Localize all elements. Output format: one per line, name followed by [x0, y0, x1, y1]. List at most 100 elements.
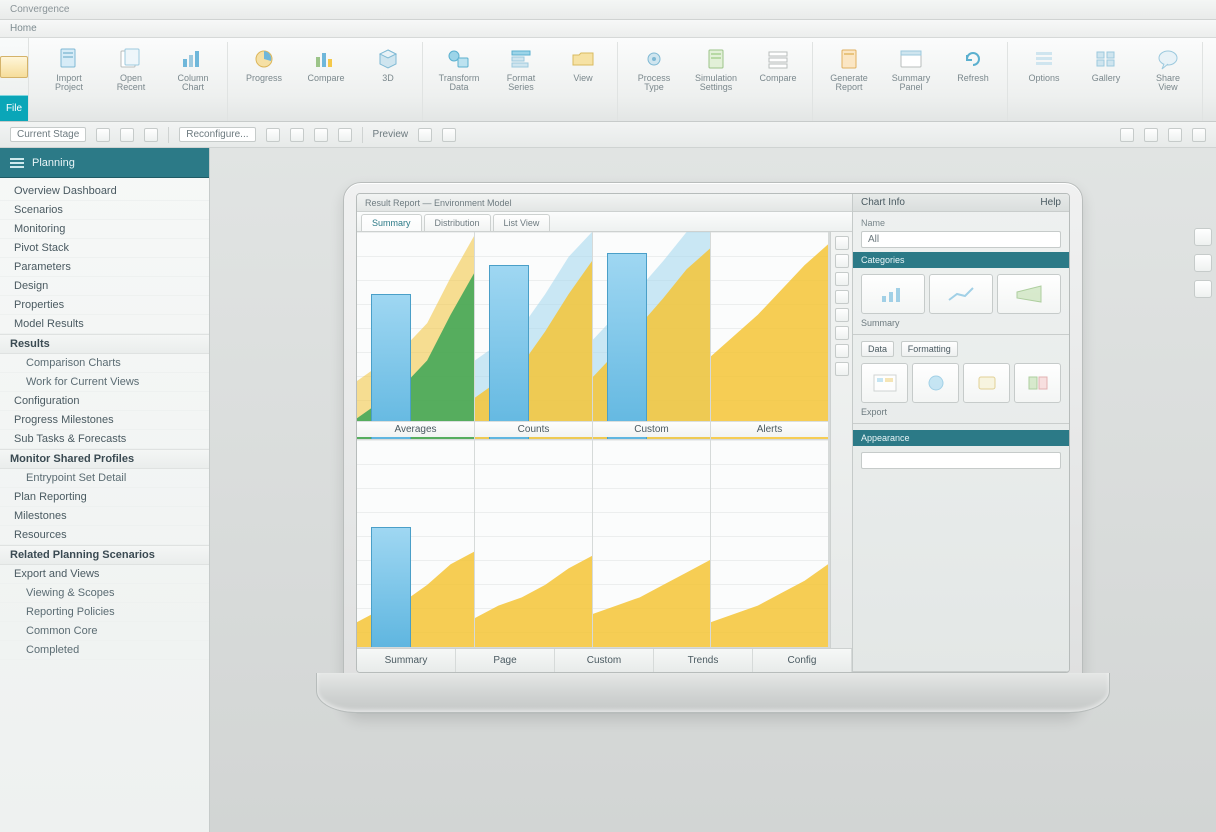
chart-tool-button[interactable] [835, 254, 849, 268]
ribbon-item[interactable]: ProcessType [626, 44, 682, 117]
bottom-strip-cell[interactable]: Custom [555, 649, 654, 672]
ribbon-item[interactable]: OpenRecent [103, 44, 159, 117]
sidebar-item[interactable]: Results [0, 334, 209, 354]
sidebar-item[interactable]: Reporting Policies [0, 603, 209, 622]
sidebar-item[interactable]: Resources [0, 526, 209, 545]
inspector-name-field[interactable]: All [861, 231, 1061, 248]
inspector-thumb[interactable] [861, 274, 925, 314]
chart-tool-button[interactable] [835, 236, 849, 250]
tool-mini-button[interactable] [290, 128, 304, 142]
chart-cell[interactable]: Counts [475, 232, 593, 440]
inner-tab[interactable]: List View [493, 214, 551, 231]
tool-mini-button[interactable] [1120, 128, 1134, 142]
tool-mini-button[interactable] [96, 128, 110, 142]
chart-cell[interactable] [357, 440, 475, 648]
bottom-strip-cell[interactable]: Config [753, 649, 852, 672]
ribbon-item[interactable]: TransformData [431, 44, 487, 117]
ribbon-item[interactable]: ShareView [1140, 44, 1196, 117]
sidebar-item[interactable]: Scenarios [0, 201, 209, 220]
sidebar-item[interactable]: Overview Dashboard [0, 182, 209, 201]
tool-mini-button[interactable] [338, 128, 352, 142]
tool-mini-button[interactable] [1192, 128, 1206, 142]
floating-button[interactable] [1194, 280, 1212, 298]
chart-tool-button[interactable] [835, 272, 849, 286]
sidebar-item[interactable]: Model Results [0, 315, 209, 334]
sidebar-item[interactable]: Work for Current Views [0, 373, 209, 392]
chart-cell[interactable]: Custom [593, 232, 711, 440]
inspector-export-label[interactable]: Export [861, 407, 1061, 417]
tool-mini-button[interactable] [266, 128, 280, 142]
sidebar-item[interactable]: Parameters [0, 258, 209, 277]
ribbon-item[interactable]: 3D [360, 44, 416, 117]
menu-item[interactable]: Home [10, 23, 37, 34]
preview-label[interactable]: Preview [373, 129, 409, 140]
tool-mini-button[interactable] [418, 128, 432, 142]
floating-button[interactable] [1194, 228, 1212, 246]
stage-field[interactable]: Current Stage [10, 127, 86, 142]
ribbon-item[interactable]: Export [1211, 44, 1216, 117]
chart-tool-button[interactable] [835, 326, 849, 340]
inspector-thumb[interactable] [912, 363, 959, 403]
sidebar-item[interactable]: Milestones [0, 507, 209, 526]
inspector-tab-data[interactable]: Data [861, 341, 894, 357]
sidebar-item[interactable]: Monitor Shared Profiles [0, 449, 209, 469]
ribbon-item[interactable]: SimulationSettings [688, 44, 744, 117]
inspector-header-right[interactable]: Help [1040, 197, 1061, 208]
floating-button[interactable] [1194, 254, 1212, 272]
ribbon-item[interactable]: View [555, 44, 611, 117]
ribbon-item[interactable]: Options [1016, 44, 1072, 117]
chart-cell[interactable] [475, 440, 593, 648]
sidebar-item[interactable]: Entrypoint Set Detail [0, 469, 209, 488]
inner-tab[interactable]: Summary [361, 214, 422, 231]
ribbon-item[interactable]: Refresh [945, 44, 1001, 117]
sidebar-item[interactable]: Related Planning Scenarios [0, 545, 209, 565]
chart-tool-button[interactable] [835, 308, 849, 322]
bottom-strip-cell[interactable]: Summary [357, 649, 456, 672]
chart-cell[interactable]: Alerts [711, 232, 829, 440]
sidebar-item[interactable]: Common Core [0, 622, 209, 641]
sidebar-item[interactable]: Sub Tasks & Forecasts [0, 430, 209, 449]
tool-mini-button[interactable] [1168, 128, 1182, 142]
chart-cell[interactable] [593, 440, 711, 648]
sidebar-item[interactable]: Design [0, 277, 209, 296]
inspector-tab-formatting[interactable]: Formatting [901, 341, 958, 357]
tool-mini-button[interactable] [314, 128, 328, 142]
ribbon-item[interactable]: ImportProject [41, 44, 97, 117]
ribbon-file-tab[interactable]: File [0, 38, 29, 121]
chart-tool-button[interactable] [835, 290, 849, 304]
tool-mini-button[interactable] [442, 128, 456, 142]
chart-tool-button[interactable] [835, 362, 849, 376]
sidebar-item[interactable]: Properties [0, 296, 209, 315]
sidebar-item[interactable]: Plan Reporting [0, 488, 209, 507]
ribbon-item[interactable]: Progress [236, 44, 292, 117]
bottom-strip-cell[interactable]: Trends [654, 649, 753, 672]
sidebar-item[interactable]: Pivot Stack [0, 239, 209, 258]
reconfigure-field[interactable]: Reconfigure... [179, 127, 255, 142]
ribbon-item[interactable]: SummaryPanel [883, 44, 939, 117]
sidebar-item[interactable]: Configuration [0, 392, 209, 411]
sidebar-item[interactable]: Export and Views [0, 565, 209, 584]
ribbon-item[interactable]: GenerateReport [821, 44, 877, 117]
ribbon-item[interactable]: FormatSeries [493, 44, 549, 117]
sidebar-item[interactable]: Monitoring [0, 220, 209, 239]
sidebar-item[interactable]: Progress Milestones [0, 411, 209, 430]
ribbon-file-label[interactable]: File [0, 95, 28, 121]
inspector-thumb[interactable] [929, 274, 993, 314]
sidebar-item[interactable]: Completed [0, 641, 209, 660]
inspector-thumb[interactable] [1014, 363, 1061, 403]
inner-tab[interactable]: Distribution [424, 214, 491, 231]
ribbon-item[interactable]: Compare [298, 44, 354, 117]
ribbon-item[interactable]: ColumnChart [165, 44, 221, 117]
tool-mini-button[interactable] [120, 128, 134, 142]
ribbon-item[interactable]: Compare [750, 44, 806, 117]
inspector-thumb[interactable] [997, 274, 1061, 314]
ribbon-item[interactable]: Gallery [1078, 44, 1134, 117]
sidebar-item[interactable]: Viewing & Scopes [0, 584, 209, 603]
chart-cell[interactable]: Averages [357, 232, 475, 440]
inspector-thumb[interactable] [963, 363, 1010, 403]
tool-mini-button[interactable] [144, 128, 158, 142]
hamburger-icon[interactable] [10, 158, 24, 168]
chart-cell[interactable] [711, 440, 829, 648]
tool-mini-button[interactable] [1144, 128, 1158, 142]
sidebar-item[interactable]: Comparison Charts [0, 354, 209, 373]
